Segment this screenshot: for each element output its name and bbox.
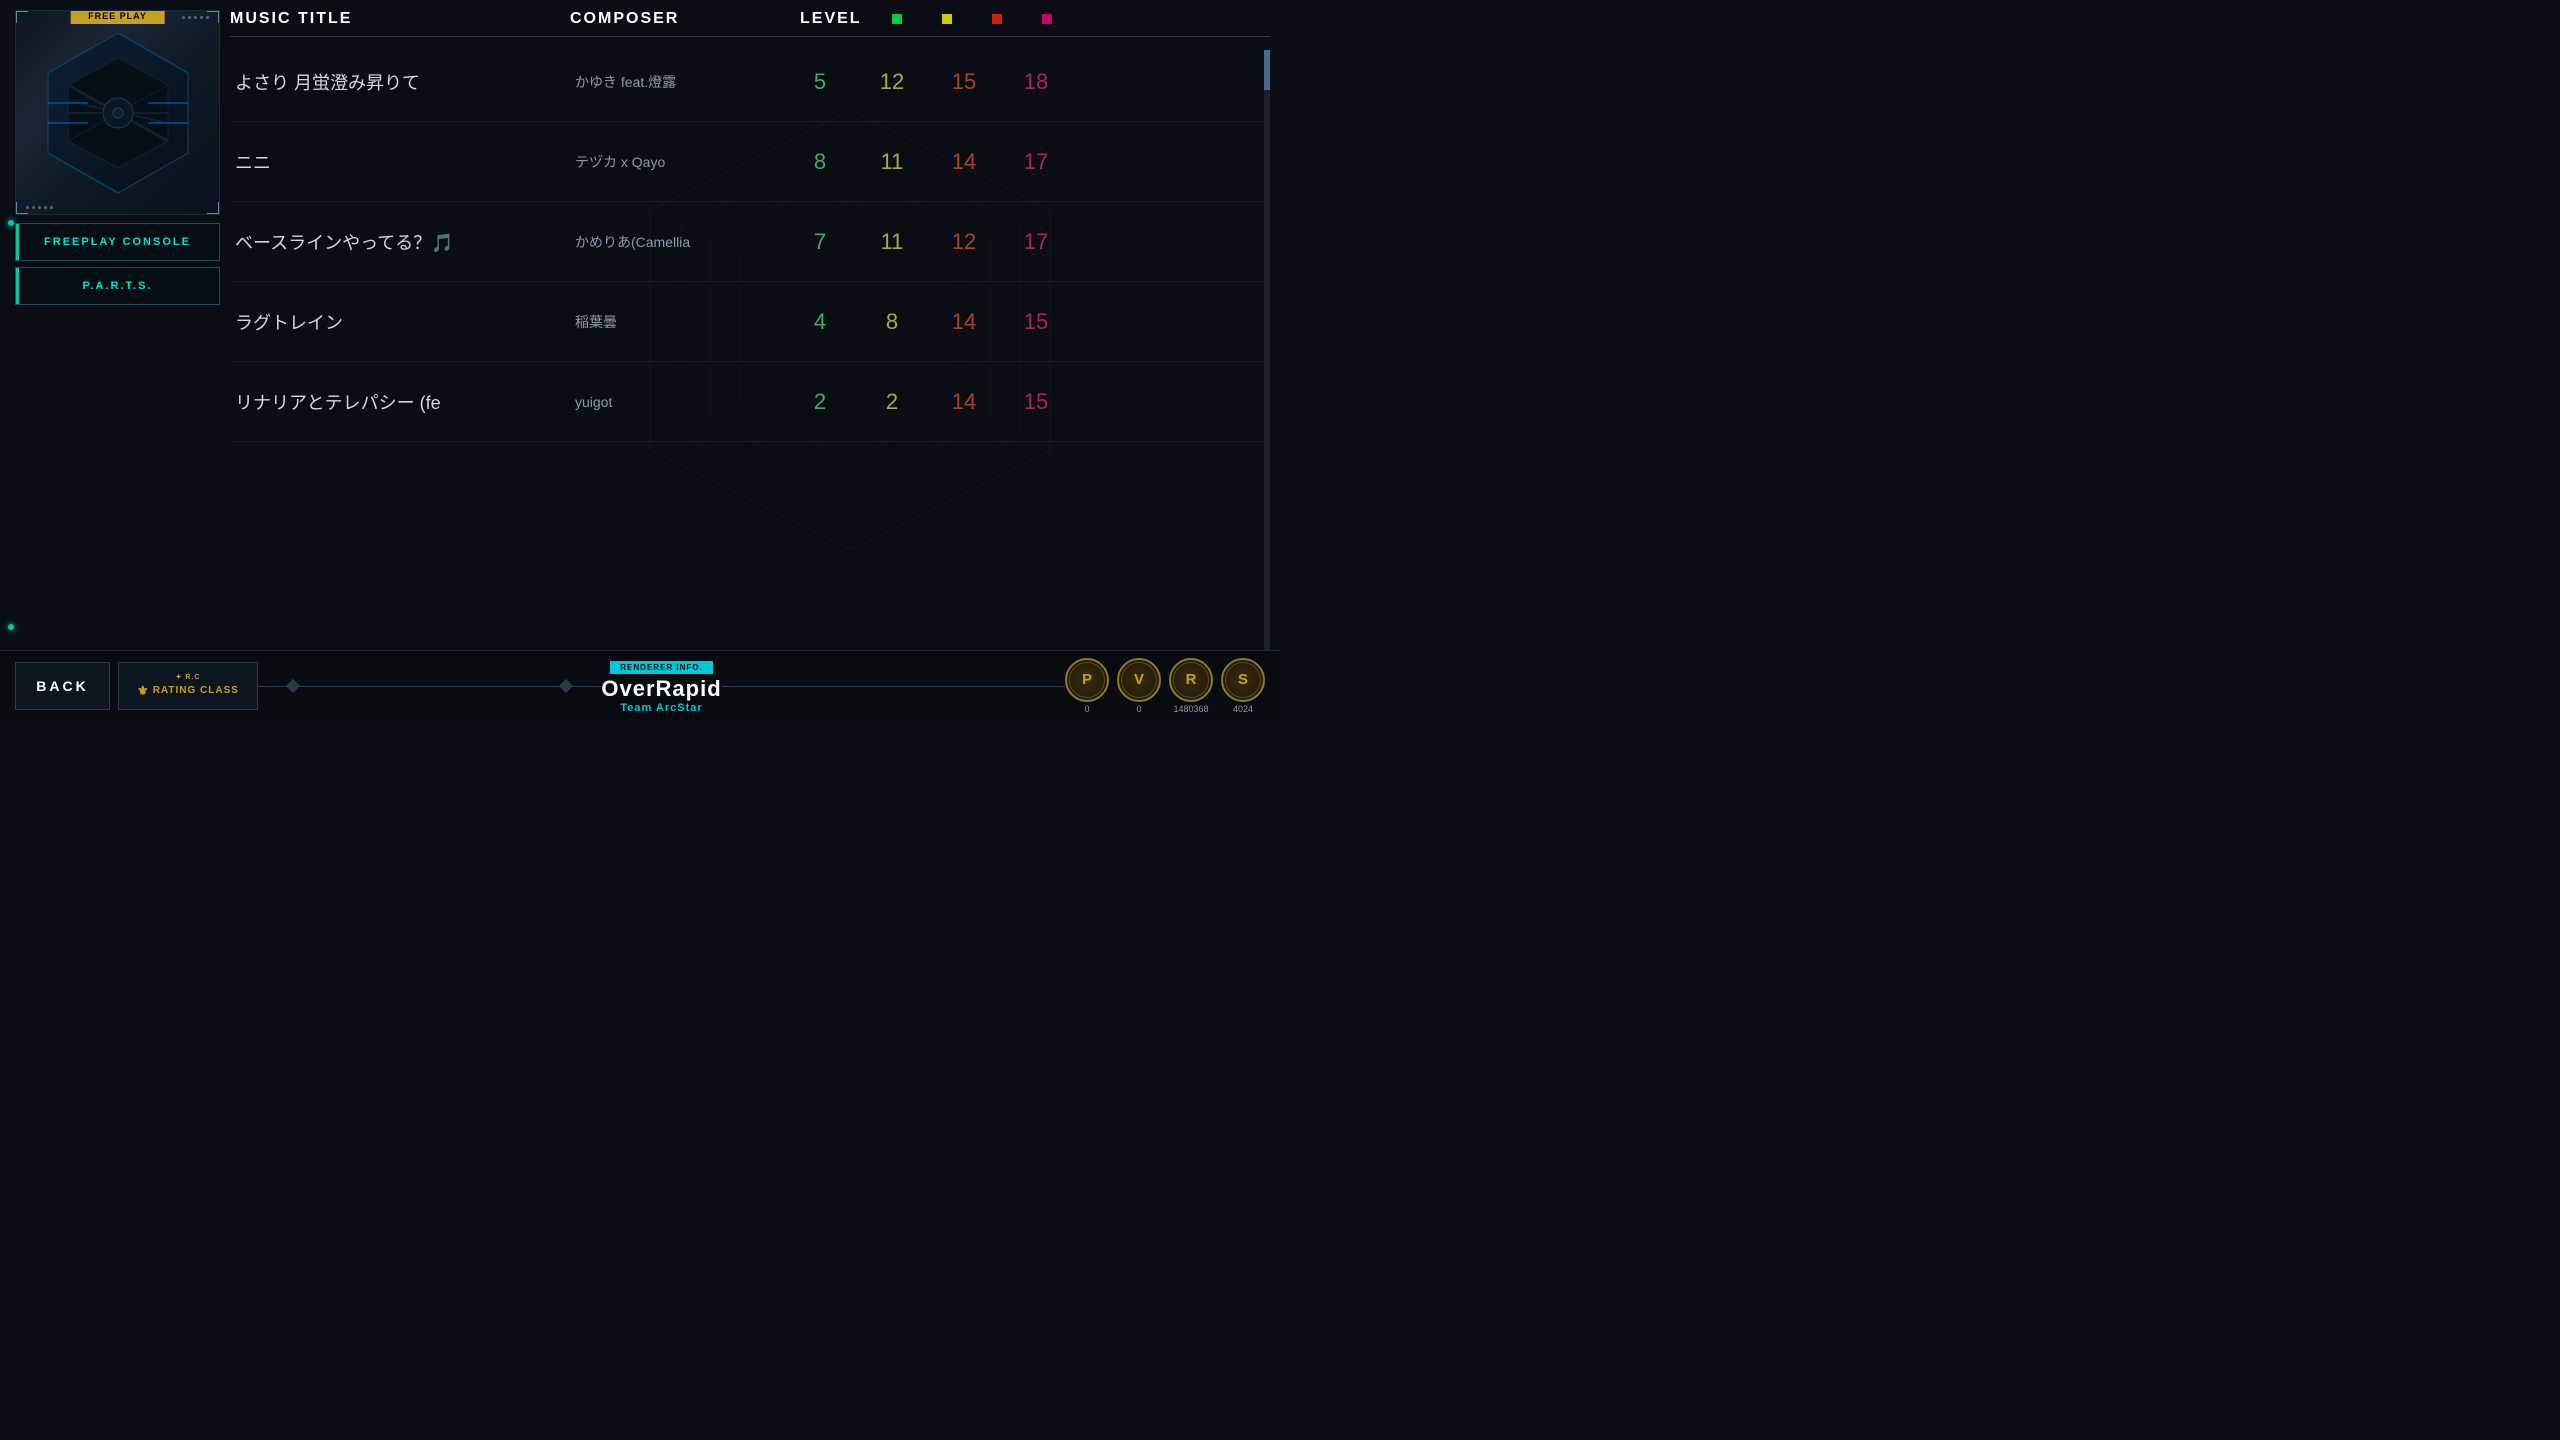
left-panel: FREE PLAY bbox=[15, 10, 220, 305]
table-row[interactable]: ラグトレイン 稲葉曇 4 8 14 15 bbox=[230, 282, 1270, 362]
freeplay-console-button[interactable]: FREEPLAY CONSOLE bbox=[15, 223, 220, 261]
left-accent-dot-top bbox=[8, 220, 14, 226]
level-values: 8 11 14 17 bbox=[805, 149, 1051, 175]
song-composer: かめりあ(Camellia bbox=[575, 232, 805, 252]
team-name: Team ArcStar bbox=[601, 702, 721, 714]
back-button[interactable]: BACK bbox=[15, 662, 110, 710]
song-title: リナリアとテレパシー (fe bbox=[235, 389, 575, 415]
col-level-header: LEVEL bbox=[800, 10, 862, 28]
level-val-extra: 17 bbox=[1021, 229, 1051, 255]
col-level-header-container: LEVEL bbox=[800, 10, 1052, 28]
parts-button[interactable]: P.A.R.T.S. bbox=[15, 267, 220, 305]
badge-icon-v: V bbox=[1117, 658, 1161, 702]
badge-p: P 0 bbox=[1065, 658, 1109, 714]
level-val-easy: 2 bbox=[805, 389, 835, 415]
badge-score-p: 0 bbox=[1085, 704, 1090, 714]
badge-icon-r: R bbox=[1169, 658, 1213, 702]
nav-buttons: FREEPLAY CONSOLE P.A.R.T.S. bbox=[15, 223, 220, 305]
game-title: OverRapid bbox=[601, 676, 721, 702]
rating-class-button[interactable]: ✦ R.C ⚜ RATING CLASS bbox=[118, 662, 258, 710]
song-composer: テヅカ x Qayo bbox=[575, 152, 805, 172]
table-row[interactable]: よさり 月蛍澄み昇りて かゆき feat.燈露 5 12 15 18 bbox=[230, 42, 1270, 122]
song-composer: かゆき feat.燈露 bbox=[575, 72, 805, 92]
col-composer-header: COMPOSER bbox=[570, 10, 800, 28]
level-val-hard: 14 bbox=[949, 309, 979, 335]
level-val-normal: 11 bbox=[877, 229, 907, 255]
song-composer: yuigot bbox=[575, 394, 805, 410]
level-dot-pink bbox=[1042, 14, 1052, 24]
song-composer: 稲葉曇 bbox=[575, 312, 805, 332]
rc-emblem: ⚜ bbox=[137, 683, 149, 699]
center-display: RENDERER INFO. OverRapid Team ArcStar bbox=[601, 657, 721, 714]
main-content: MUSIC TITLE COMPOSER LEVEL よさり 月蛍澄み昇りて か… bbox=[230, 10, 1270, 650]
badge-s: S 4024 bbox=[1221, 658, 1265, 714]
level-val-easy: 5 bbox=[805, 69, 835, 95]
level-val-normal: 8 bbox=[877, 309, 907, 335]
album-dots-bottom bbox=[26, 206, 53, 209]
badge-v: V 0 bbox=[1117, 658, 1161, 714]
left-accent-dot-bottom bbox=[8, 624, 14, 630]
level-val-normal: 11 bbox=[877, 149, 907, 175]
level-dot-yellow bbox=[942, 14, 952, 24]
song-title: よさり 月蛍澄み昇りて bbox=[235, 69, 575, 95]
rc-text: RATING CLASS bbox=[153, 685, 239, 696]
music-list: よさり 月蛍澄み昇りて かゆき feat.燈露 5 12 15 18 ニニ テヅ… bbox=[230, 42, 1270, 442]
scroll-thumb[interactable] bbox=[1264, 50, 1270, 90]
rating-class-label: ✦ R.C bbox=[176, 673, 201, 681]
level-val-hard: 15 bbox=[949, 69, 979, 95]
bottom-bar: BACK ✦ R.C ⚜ RATING CLASS RENDERER INFO.… bbox=[0, 650, 1280, 720]
level-val-extra: 15 bbox=[1021, 309, 1051, 335]
connector-line bbox=[258, 686, 601, 687]
level-values: 4 8 14 15 bbox=[805, 309, 1051, 335]
renderer-info-label: RENDERER INFO. bbox=[610, 661, 712, 674]
table-header: MUSIC TITLE COMPOSER LEVEL bbox=[230, 10, 1270, 37]
table-row[interactable]: ベースラインやってる？🎵 かめりあ(Camellia 7 11 12 17 bbox=[230, 202, 1270, 282]
badge-score-s: 4024 bbox=[1233, 704, 1253, 714]
album-art: FREE PLAY bbox=[15, 10, 220, 215]
badge-icon-p: P bbox=[1065, 658, 1109, 702]
level-val-hard: 14 bbox=[949, 389, 979, 415]
connector-line-right bbox=[722, 686, 1065, 687]
level-indicators bbox=[892, 14, 1052, 24]
connector-diamond-right bbox=[559, 678, 573, 692]
level-values: 2 2 14 15 bbox=[805, 389, 1051, 415]
badge-r: R 1480368 bbox=[1169, 658, 1213, 714]
table-row[interactable]: ニニ テヅカ x Qayo 8 11 14 17 bbox=[230, 122, 1270, 202]
badge-score-v: 0 bbox=[1137, 704, 1142, 714]
level-val-normal: 2 bbox=[877, 389, 907, 415]
level-dot-green bbox=[892, 14, 902, 24]
level-val-extra: 17 bbox=[1021, 149, 1051, 175]
score-badges: P 0 V 0 R 1480368 S 4024 bbox=[1065, 658, 1265, 714]
level-val-easy: 8 bbox=[805, 149, 835, 175]
song-title: ラグトレイン bbox=[235, 309, 575, 335]
level-val-extra: 18 bbox=[1021, 69, 1051, 95]
rc-icon: ⚜ RATING CLASS bbox=[137, 683, 239, 699]
badge-score-r: 1480368 bbox=[1173, 704, 1208, 714]
level-val-easy: 4 bbox=[805, 309, 835, 335]
connector-diamond-left bbox=[286, 678, 300, 692]
level-val-easy: 7 bbox=[805, 229, 835, 255]
level-val-extra: 15 bbox=[1021, 389, 1051, 415]
scroll-track[interactable] bbox=[1264, 50, 1270, 650]
badge-icon-s: S bbox=[1221, 658, 1265, 702]
level-val-hard: 12 bbox=[949, 229, 979, 255]
free-play-badge: FREE PLAY bbox=[70, 10, 165, 24]
col-title-header: MUSIC TITLE bbox=[230, 10, 570, 28]
level-values: 7 11 12 17 bbox=[805, 229, 1051, 255]
song-title: ニニ bbox=[235, 149, 575, 175]
level-val-normal: 12 bbox=[877, 69, 907, 95]
level-val-hard: 14 bbox=[949, 149, 979, 175]
level-values: 5 12 15 18 bbox=[805, 69, 1051, 95]
album-art-inner bbox=[16, 11, 219, 214]
table-row[interactable]: リナリアとテレパシー (fe yuigot 2 2 14 15 bbox=[230, 362, 1270, 442]
level-dot-red bbox=[992, 14, 1002, 24]
song-title: ベースラインやってる？🎵 bbox=[235, 229, 575, 255]
